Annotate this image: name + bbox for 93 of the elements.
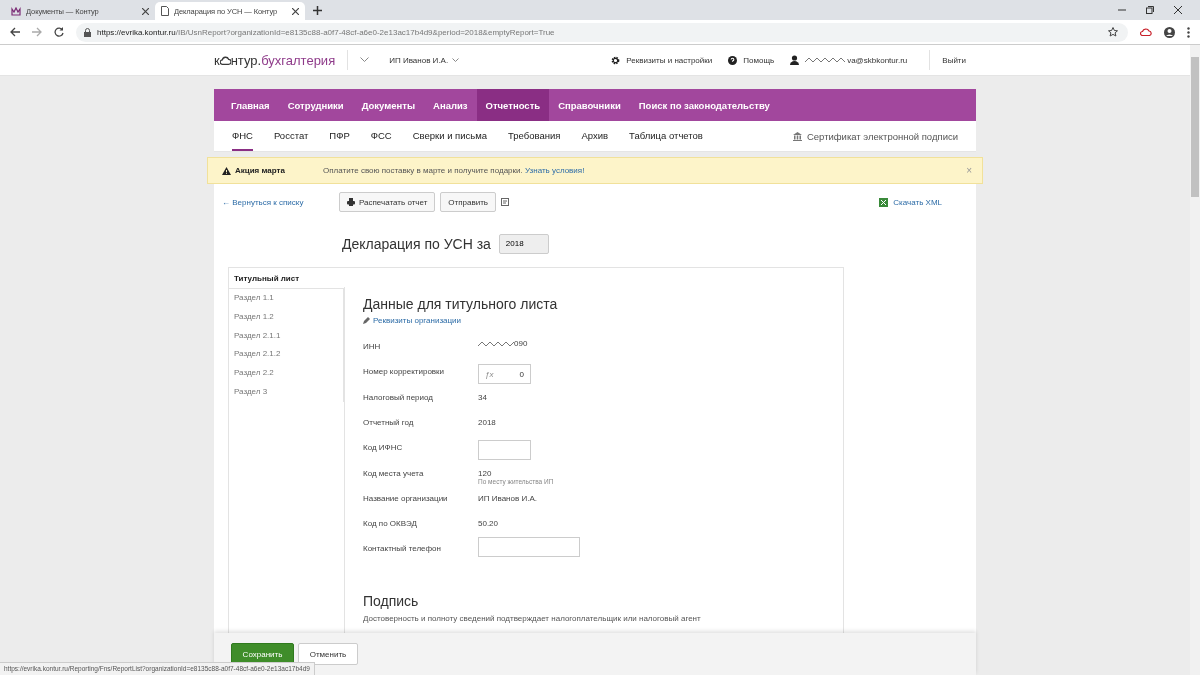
close-icon[interactable] — [142, 7, 149, 15]
field-label: Налоговый период — [363, 392, 434, 402]
field-value: 090 — [514, 339, 528, 348]
warning-icon — [222, 166, 231, 175]
sub-nav-tab[interactable]: Архив — [581, 121, 609, 151]
minimize-icon[interactable] — [1118, 6, 1126, 14]
nav-tab[interactable]: Отчетность — [476, 89, 550, 121]
input-field[interactable] — [478, 537, 580, 557]
field-label: Контактный телефон — [363, 543, 442, 553]
account-icon[interactable] — [1164, 26, 1175, 38]
chevron-icon[interactable] — [360, 57, 370, 63]
field-value: 34 — [478, 392, 487, 402]
download-xml-link[interactable]: Скачать XML — [893, 197, 942, 207]
printer-icon — [347, 198, 355, 206]
close-icon[interactable] — [292, 7, 299, 15]
organization-selector[interactable]: ИП Иванов И.А. — [389, 55, 460, 65]
field-label: Код места учета — [363, 468, 425, 478]
redaction-mark — [805, 56, 846, 64]
field-value: ИП Иванов И.А. — [478, 493, 537, 503]
help-icon — [728, 55, 738, 65]
pencil-icon — [363, 317, 370, 324]
certificate-link[interactable]: Сертификат электронной подписи — [806, 130, 958, 142]
organization-details-link[interactable]: Реквизиты организации — [373, 316, 462, 325]
nav-tab[interactable]: Документы — [352, 89, 425, 121]
close-icon[interactable] — [1174, 6, 1182, 14]
field-label: Название организации — [363, 493, 449, 503]
field-label: Номер корректировки — [363, 366, 446, 376]
field-value: 50.20 — [478, 518, 499, 528]
save-button[interactable]: Сохранить — [231, 643, 294, 665]
reload-icon[interactable] — [54, 27, 64, 37]
user-icon — [790, 55, 800, 65]
sub-nav-tab[interactable]: ФНС — [232, 121, 253, 151]
settings-link[interactable]: Реквизиты и настройки — [626, 55, 713, 65]
signature-text: Достоверность и полноту сведений подтверждает налогоплательщик или налоговый агент — [363, 614, 702, 623]
conditions-link[interactable]: Узнать условия! — [524, 166, 585, 175]
field-label: Код по ОКВЭД — [363, 518, 418, 528]
spreadsheet-icon — [879, 197, 889, 207]
settings-icon — [611, 55, 621, 65]
section-item[interactable]: Раздел 1.1 — [229, 289, 344, 308]
sub-nav-tab[interactable]: ПФР — [329, 121, 350, 151]
correction-number-field[interactable]: ƒx 0 — [478, 364, 531, 384]
section-item[interactable]: Раздел 2.1.1 — [229, 326, 344, 346]
document-icon[interactable] — [501, 198, 509, 206]
address-field[interactable]: https://evrika.kontur.ru/IB/UsnReport?organizationId=e8135c88-a0f7-48cf-a6e0-2e13ac17b4d9&period=2018&emptyReport=True — [76, 22, 1128, 42]
logo[interactable]: к нтур.бухгалтерия — [214, 52, 336, 68]
sub-nav-tab[interactable]: Сверки и письма — [412, 121, 488, 151]
section-item[interactable]: Раздел 2.2 — [229, 364, 344, 383]
redaction-mark — [478, 339, 514, 348]
certificate-icon — [792, 131, 802, 141]
section-item[interactable]: Раздел 2.1.2 — [229, 345, 344, 365]
star-icon[interactable] — [1108, 27, 1118, 37]
sub-nav-tab[interactable]: Росстат — [273, 121, 309, 151]
section-item[interactable]: Раздел 3 — [229, 383, 344, 402]
banner-title: Акция марта — [235, 166, 286, 175]
field-label: Отчетный год — [363, 417, 415, 427]
cloud-icon — [219, 55, 231, 65]
input-field[interactable] — [478, 440, 531, 460]
section-heading: Подпись — [363, 593, 420, 609]
nav-tab[interactable]: Сотрудники — [278, 89, 353, 121]
chevron-icon — [452, 57, 460, 63]
cloud-icon[interactable] — [1140, 28, 1152, 36]
field-label: Код ИФНС — [363, 442, 404, 452]
logout-link[interactable]: Выйти — [942, 55, 966, 65]
send-button[interactable]: Отправить — [440, 192, 496, 212]
year-selector[interactable]: 2018 — [498, 233, 549, 254]
page-icon — [161, 6, 169, 16]
restore-icon[interactable] — [1146, 6, 1154, 14]
help-link[interactable]: Помощь — [743, 55, 775, 65]
back-icon[interactable] — [10, 27, 20, 37]
lock-icon — [84, 27, 91, 37]
cancel-button[interactable]: Отменить — [298, 643, 358, 665]
section-item[interactable]: Титульный лист — [229, 270, 344, 289]
report-title: Декларация по УСН за — [342, 235, 491, 252]
sub-nav-tab[interactable]: ФСС — [370, 121, 392, 151]
sub-nav-tab[interactable]: Требования — [508, 121, 561, 151]
print-button[interactable]: Распечатать отчет — [339, 192, 436, 212]
nav-tab[interactable]: Анализ — [424, 89, 477, 121]
field-label: ИНН — [363, 341, 382, 351]
back-link[interactable]: ← Вернуться к списку — [222, 197, 334, 207]
nav-tab[interactable]: Главная — [222, 89, 279, 121]
scrollbar[interactable] — [1190, 45, 1200, 675]
nav-tab[interactable]: Справочники — [549, 89, 630, 121]
field-value: 120 — [478, 468, 493, 478]
section-item[interactable]: Раздел 1.2 — [229, 307, 344, 327]
field-value: 2018 — [478, 417, 496, 427]
menu-icon[interactable] — [1187, 26, 1190, 38]
new-tab-icon[interactable] — [313, 6, 322, 15]
banner-message: Оплатите свою поставку в марте и получите подарки. Узнать условия! — [323, 166, 585, 175]
user-email[interactable]: va@skbkontur.ru — [847, 55, 908, 65]
sub-nav-tab[interactable]: Таблица отчетов — [629, 121, 703, 151]
form-heading: Данные для титульного листа — [363, 296, 559, 312]
crown-icon — [11, 6, 21, 16]
nav-tab[interactable]: Поиск по законодательству — [629, 89, 779, 121]
